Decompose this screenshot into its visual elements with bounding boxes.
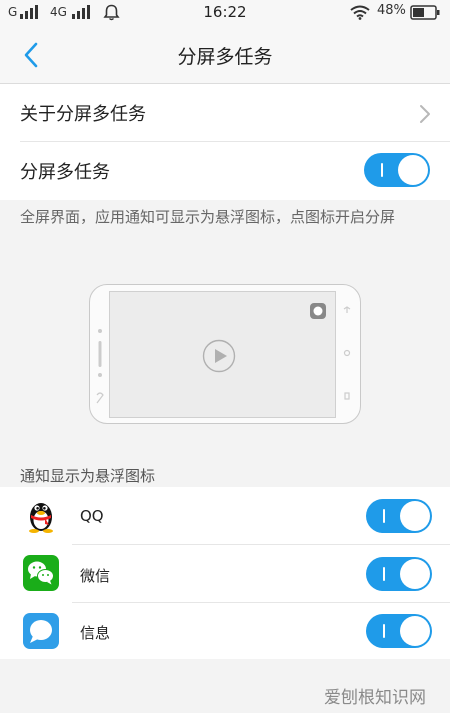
app-list: QQ 微信 信息 (0, 487, 450, 659)
toggle-knob (400, 559, 430, 589)
toggle-on-mark (383, 567, 385, 581)
toggle-on-mark (383, 624, 385, 638)
floating-app-icon (310, 303, 326, 319)
phone-nav-keys-icon (343, 306, 351, 400)
status-bar: G 4G 16:22 48% (0, 0, 450, 26)
toggle-on-mark (383, 509, 385, 523)
phone-screen (109, 291, 336, 418)
split-screen-description: 全屏界面，应用通知可显示为悬浮图标，点图标开启分屏 (20, 208, 396, 226)
settings-card: 关于分屏多任务 分屏多任务 (0, 84, 450, 200)
messages-icon (23, 613, 59, 649)
app-name: 微信 (80, 567, 111, 585)
battery-icon (410, 5, 440, 20)
section-header: 通知显示为悬浮图标 (20, 467, 156, 485)
qq-toggle[interactable] (366, 499, 432, 533)
qq-penguin-icon (29, 503, 53, 533)
messages-toggle[interactable] (366, 614, 432, 648)
battery-percent: 48% (377, 3, 406, 18)
chevron-right-icon (420, 105, 430, 123)
toggle-knob (400, 501, 430, 531)
app-row-wechat: 微信 (0, 545, 450, 602)
wechat-toggle[interactable] (366, 557, 432, 591)
toggle-knob (400, 616, 430, 646)
about-split-screen-row[interactable]: 关于分屏多任务 (0, 84, 450, 141)
app-row-qq: QQ (0, 487, 450, 544)
toggle-knob (398, 155, 428, 185)
page-title: 分屏多任务 (177, 46, 273, 68)
wifi-icon (350, 5, 370, 20)
nav-bar: 分屏多任务 (0, 26, 450, 84)
wechat-icon (23, 555, 59, 591)
about-split-screen-label: 关于分屏多任务 (20, 104, 146, 125)
app-name: 信息 (80, 624, 111, 642)
watermark: 爱刨根知识网 (324, 688, 426, 708)
toggle-on-mark (381, 163, 383, 177)
split-screen-row: 分屏多任务 (0, 142, 450, 200)
play-icon (202, 339, 236, 373)
split-screen-toggle[interactable] (364, 153, 430, 187)
phone-illustration (89, 284, 361, 424)
app-row-messages: 信息 (0, 603, 450, 659)
split-screen-label: 分屏多任务 (20, 162, 110, 183)
phone-side-buttons-icon (96, 329, 104, 404)
app-name: QQ (80, 507, 104, 525)
